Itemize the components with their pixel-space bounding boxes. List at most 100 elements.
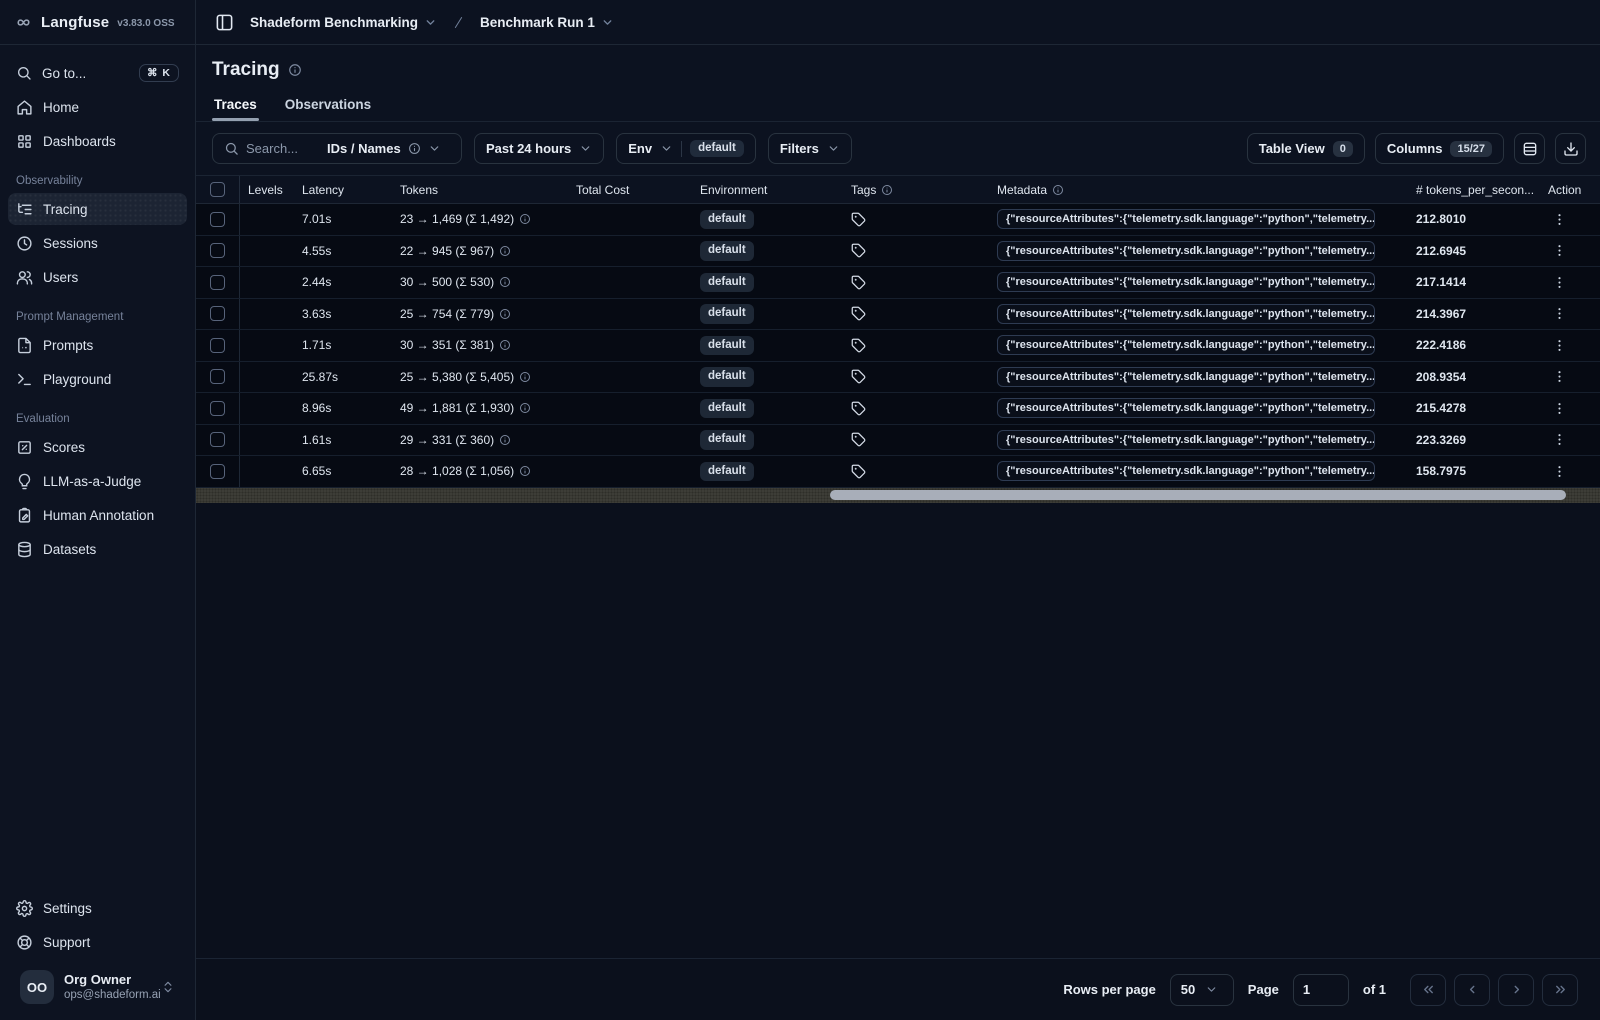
columns-button[interactable]: Columns 15/27 — [1374, 133, 1504, 164]
info-icon[interactable] — [499, 276, 511, 288]
sidebar-item-human-annotation[interactable]: Human Annotation — [8, 499, 187, 531]
column-header-tokens[interactable]: Tokens — [400, 183, 438, 197]
tab-traces[interactable]: Traces — [212, 93, 259, 121]
environment-filter[interactable]: Env default — [616, 133, 756, 164]
sidebar-item-dashboards[interactable]: Dashboards — [8, 125, 187, 157]
rows-per-page-select[interactable]: 50 — [1169, 973, 1234, 1006]
tags-cell[interactable] — [851, 393, 997, 424]
sidebar-item-llm-as-a-judge[interactable]: LLM-as-a-Judge — [8, 465, 187, 497]
previous-page-button[interactable] — [1454, 973, 1490, 1006]
metadata-value[interactable]: {"resourceAttributes":{"telemetry.sdk.la… — [997, 272, 1375, 293]
metadata-value[interactable]: {"resourceAttributes":{"telemetry.sdk.la… — [997, 429, 1375, 450]
tags-cell[interactable] — [851, 299, 997, 330]
metadata-value[interactable]: {"resourceAttributes":{"telemetry.sdk.la… — [997, 240, 1375, 261]
table-view-button[interactable]: Table View 0 — [1246, 133, 1365, 164]
info-icon[interactable] — [499, 245, 511, 257]
info-icon[interactable] — [519, 371, 531, 383]
user-menu[interactable]: OO Org Owner ops@shadeform.ai — [8, 960, 187, 1020]
column-header-environment[interactable]: Environment — [700, 183, 767, 197]
sidebar-item-sessions[interactable]: Sessions — [8, 227, 187, 259]
sidebar-item-prompts[interactable]: Prompts — [8, 329, 187, 361]
tag-icon[interactable] — [851, 338, 866, 353]
table-row[interactable]: 25.87s 25 → 5,380 (Σ 5,405) default {"re… — [196, 361, 1600, 393]
time-range-select[interactable]: Past 24 hours — [474, 133, 605, 164]
info-icon[interactable] — [499, 339, 511, 351]
row-checkbox[interactable] — [210, 432, 225, 448]
info-icon[interactable] — [519, 465, 531, 477]
last-page-button[interactable] — [1542, 973, 1578, 1006]
row-checkbox[interactable] — [210, 243, 225, 259]
row-checkbox[interactable] — [210, 306, 225, 322]
table-row[interactable]: 1.71s 30 → 351 (Σ 381) default {"resourc… — [196, 330, 1600, 362]
sidebar-item-settings[interactable]: Settings — [8, 892, 187, 924]
export-download-button[interactable] — [1555, 133, 1586, 164]
row-actions-button[interactable] — [1548, 271, 1570, 293]
row-checkbox[interactable] — [210, 274, 225, 290]
tags-cell[interactable] — [851, 204, 997, 235]
row-checkbox[interactable] — [210, 369, 225, 385]
metadata-value[interactable]: {"resourceAttributes":{"telemetry.sdk.la… — [997, 335, 1375, 356]
tag-icon[interactable] — [851, 306, 866, 321]
row-actions-button[interactable] — [1548, 240, 1570, 262]
row-checkbox[interactable] — [210, 337, 225, 353]
sidebar-item-playground[interactable]: Playground — [8, 363, 187, 395]
sidebar-toggle-button[interactable] — [210, 8, 238, 36]
tags-cell[interactable] — [851, 330, 997, 361]
row-actions-button[interactable] — [1548, 334, 1570, 356]
column-header-total-cost[interactable]: Total Cost — [576, 183, 629, 197]
tab-observations[interactable]: Observations — [283, 93, 373, 121]
table-row[interactable]: 7.01s 23 → 1,469 (Σ 1,492) default {"res… — [196, 204, 1600, 236]
row-actions-button[interactable] — [1548, 429, 1570, 451]
breadcrumb-project[interactable]: Benchmark Run 1 — [480, 15, 614, 30]
metadata-value[interactable]: {"resourceAttributes":{"telemetry.sdk.la… — [997, 209, 1375, 230]
tag-icon[interactable] — [851, 401, 866, 416]
metadata-value[interactable]: {"resourceAttributes":{"telemetry.sdk.la… — [997, 461, 1375, 482]
first-page-button[interactable] — [1410, 973, 1446, 1006]
horizontal-scrollbar[interactable] — [196, 487, 1600, 503]
table-row[interactable]: 8.96s 49 → 1,881 (Σ 1,930) default {"res… — [196, 393, 1600, 425]
search-mode-label[interactable]: IDs / Names — [327, 141, 401, 156]
tag-icon[interactable] — [851, 369, 866, 384]
metadata-value[interactable]: {"resourceAttributes":{"telemetry.sdk.la… — [997, 398, 1375, 419]
scrollbar-thumb[interactable] — [830, 490, 1566, 500]
info-icon[interactable] — [499, 434, 511, 446]
page-input[interactable] — [1292, 973, 1349, 1006]
table-row[interactable]: 6.65s 28 → 1,028 (Σ 1,056) default {"res… — [196, 456, 1600, 488]
search-input[interactable] — [246, 141, 320, 156]
tags-cell[interactable] — [851, 456, 997, 487]
sidebar-item-support[interactable]: Support — [8, 926, 187, 958]
row-actions-button[interactable] — [1548, 303, 1570, 325]
row-checkbox[interactable] — [210, 463, 225, 479]
table-row[interactable]: 4.55s 22 → 945 (Σ 967) default {"resourc… — [196, 235, 1600, 267]
column-header-latency[interactable]: Latency — [302, 183, 344, 197]
column-header-levels[interactable]: Levels — [248, 183, 283, 197]
next-page-button[interactable] — [1498, 973, 1534, 1006]
tag-icon[interactable] — [851, 212, 866, 227]
info-icon[interactable] — [288, 63, 302, 77]
metadata-value[interactable]: {"resourceAttributes":{"telemetry.sdk.la… — [997, 303, 1375, 324]
column-header-tags[interactable]: Tags — [851, 183, 876, 197]
goto-search[interactable]: Go to... ⌘ K — [8, 57, 187, 89]
info-icon[interactable] — [499, 308, 511, 320]
row-checkbox[interactable] — [210, 400, 225, 416]
sidebar-item-users[interactable]: Users — [8, 261, 187, 293]
sidebar-item-scores[interactable]: Scores — [8, 431, 187, 463]
tag-icon[interactable] — [851, 275, 866, 290]
column-header-tokens-per-second[interactable]: # tokens_per_secon... — [1416, 183, 1534, 197]
sidebar-item-tracing[interactable]: Tracing — [8, 193, 187, 225]
table-row[interactable]: 3.63s 25 → 754 (Σ 779) default {"resourc… — [196, 298, 1600, 330]
tags-cell[interactable] — [851, 362, 997, 393]
table-row[interactable]: 2.44s 30 → 500 (Σ 530) default {"resourc… — [196, 267, 1600, 299]
filters-button[interactable]: Filters — [767, 133, 852, 164]
info-icon[interactable] — [519, 402, 531, 414]
column-header-metadata[interactable]: Metadata — [997, 183, 1047, 197]
table-row[interactable]: 1.61s 29 → 331 (Σ 360) default {"resourc… — [196, 424, 1600, 456]
sidebar-item-datasets[interactable]: Datasets — [8, 533, 187, 565]
sidebar-item-home[interactable]: Home — [8, 91, 187, 123]
tags-cell[interactable] — [851, 267, 997, 298]
row-actions-button[interactable] — [1548, 460, 1570, 482]
tags-cell[interactable] — [851, 236, 997, 267]
row-actions-button[interactable] — [1548, 208, 1570, 230]
tag-icon[interactable] — [851, 464, 866, 479]
row-actions-button[interactable] — [1548, 366, 1570, 388]
